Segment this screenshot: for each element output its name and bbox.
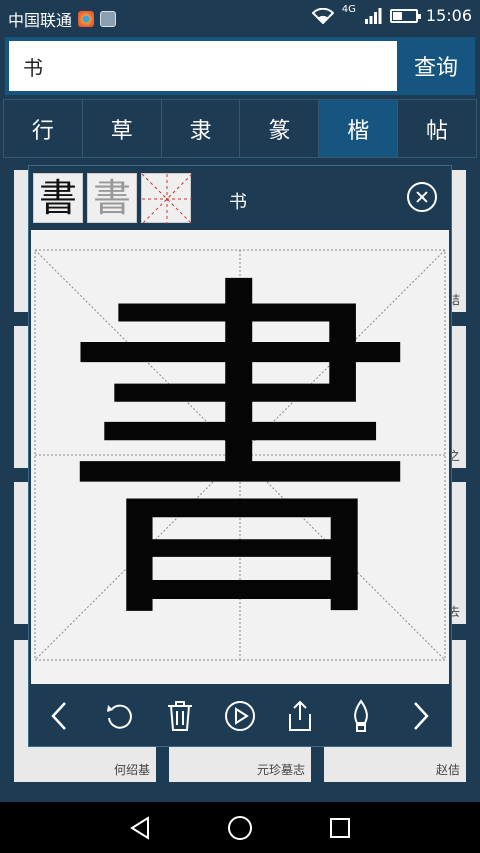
clock: 15:06 <box>425 6 472 25</box>
brush-icon[interactable] <box>341 696 381 736</box>
browser-app-icon <box>78 11 95 27</box>
carrier-label: 中国联通 <box>8 11 73 30</box>
thumb-grid[interactable] <box>141 173 192 224</box>
tab-li[interactable]: 隶 <box>161 100 241 157</box>
thumb-outline[interactable]: 書 <box>87 173 137 223</box>
tab-zhuan[interactable]: 篆 <box>240 100 320 157</box>
grid-icon <box>142 174 192 224</box>
dialog-title: 书 <box>229 192 247 213</box>
gallery-app-icon <box>100 11 117 27</box>
undo-icon[interactable] <box>99 696 139 736</box>
play-icon[interactable] <box>220 696 260 736</box>
thumb-calligraphy[interactable]: 書 <box>33 173 83 223</box>
close-icon[interactable] <box>407 182 437 212</box>
search-bar: 查询 <box>5 37 475 95</box>
calligraphy-character: 書 <box>60 247 420 666</box>
tab-kai[interactable]: 楷 <box>319 100 399 157</box>
calligrapher-label: 赵佶 <box>435 763 460 777</box>
tab-cao[interactable]: 草 <box>82 100 162 157</box>
search-button[interactable]: 查询 <box>397 37 475 95</box>
chevron-left-icon[interactable] <box>39 696 79 736</box>
chevron-right-icon[interactable] <box>401 696 441 736</box>
home-icon[interactable] <box>226 814 254 842</box>
wifi-icon <box>311 7 334 24</box>
network-type: 4G <box>341 4 356 15</box>
calligrapher-label: 何绍基 <box>113 763 150 777</box>
search-input[interactable] <box>9 41 397 91</box>
calligrapher-label: 元珍墓志 <box>256 763 305 777</box>
status-bar: 中国联通 4G 15:06 <box>0 0 480 34</box>
character-detail-dialog: 書 書 书 書 <box>28 165 452 747</box>
script-style-tabs: 行 草 隶 篆 楷 帖 <box>3 99 477 158</box>
signal-icon <box>364 7 382 24</box>
back-icon[interactable] <box>126 814 154 842</box>
dialog-toolbar <box>29 686 451 746</box>
tab-tie[interactable]: 帖 <box>398 100 476 157</box>
battery-icon <box>389 8 421 23</box>
tab-xing[interactable]: 行 <box>4 100 83 157</box>
system-nav-bar <box>0 802 480 853</box>
trash-icon[interactable] <box>160 696 200 736</box>
dialog-header: 書 書 书 <box>29 166 451 228</box>
share-icon[interactable] <box>280 696 320 736</box>
recents-icon[interactable] <box>326 814 354 842</box>
character-canvas[interactable]: 書 <box>31 230 449 684</box>
